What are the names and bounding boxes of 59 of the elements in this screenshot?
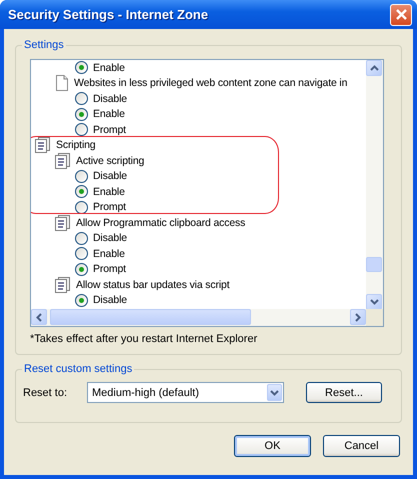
scroll-right-button[interactable] (350, 309, 366, 325)
option-label[interactable]: Disable (93, 92, 127, 105)
group-legend: Settings (22, 39, 66, 52)
category-label: Scripting (56, 139, 96, 152)
reset-label: Reset to: (23, 386, 68, 398)
chevron-up-icon (370, 65, 378, 71)
scroll-up-button[interactable] (366, 60, 382, 76)
chevron-left-icon (36, 312, 42, 322)
radio-button[interactable] (75, 200, 88, 214)
level-dropdown[interactable]: Medium-high (default) (87, 382, 284, 403)
radio-button[interactable] (75, 262, 88, 276)
radio-button[interactable] (75, 92, 88, 106)
option-label[interactable]: Disable (93, 170, 127, 182)
option-label[interactable]: Prompt (93, 263, 126, 276)
option-label[interactable]: Disable (93, 232, 127, 244)
radio-button[interactable] (75, 123, 88, 136)
radio-button[interactable] (75, 294, 88, 307)
dialog-button[interactable]: Cancel (323, 435, 400, 457)
option-label[interactable]: Prompt (93, 201, 126, 214)
chevron-down-icon (370, 299, 378, 305)
option-label[interactable]: Enable (93, 62, 125, 74)
scroll-thumb[interactable] (50, 309, 251, 325)
vertical-scrollbar[interactable] (366, 60, 383, 310)
chevron-right-icon (355, 312, 361, 322)
setting-label: Active scripting (76, 154, 144, 167)
scroll-left-button[interactable] (31, 309, 47, 325)
setting-label: Websites in less privileged web content zone can navigate in (74, 77, 348, 90)
script-icon (55, 152, 71, 169)
window-title: Security Settings - Internet Zone (8, 7, 208, 22)
scroll-thumb[interactable] (366, 257, 382, 272)
scrollbar-corner (366, 309, 383, 326)
setting-label: Allow status bar updates via script (76, 278, 230, 291)
script-icon (55, 276, 71, 293)
option-label[interactable]: Enable (93, 108, 125, 120)
script-icon (55, 214, 71, 231)
reset-button[interactable]: Reset... (306, 382, 382, 403)
script-category-icon (35, 137, 51, 154)
scroll-down-button[interactable] (366, 294, 382, 310)
radio-button[interactable] (75, 61, 88, 74)
radio-button[interactable] (75, 108, 88, 121)
group-legend: Reset custom settings (22, 363, 134, 376)
note-text: *Takes effect after you restart Internet Explorer (30, 332, 258, 346)
settings-list[interactable] (30, 59, 384, 327)
close-icon (394, 8, 408, 21)
option-label[interactable]: Prompt (93, 124, 126, 136)
radio-button[interactable] (75, 247, 88, 260)
close-button[interactable] (390, 4, 412, 26)
page-icon (55, 75, 69, 92)
chevron-down-icon (270, 390, 279, 396)
option-label[interactable]: Enable (93, 248, 125, 260)
dropdown-button[interactable] (267, 384, 282, 401)
dialog-button[interactable]: OK (234, 435, 311, 457)
radio-button[interactable] (75, 185, 88, 198)
horizontal-scrollbar[interactable] (31, 309, 366, 326)
radio-button[interactable] (75, 170, 88, 183)
radio-button[interactable] (75, 232, 88, 245)
option-label[interactable]: Enable (93, 186, 125, 198)
option-label[interactable]: Disable (93, 294, 127, 306)
setting-label: Allow Programmatic clipboard access (76, 216, 246, 229)
